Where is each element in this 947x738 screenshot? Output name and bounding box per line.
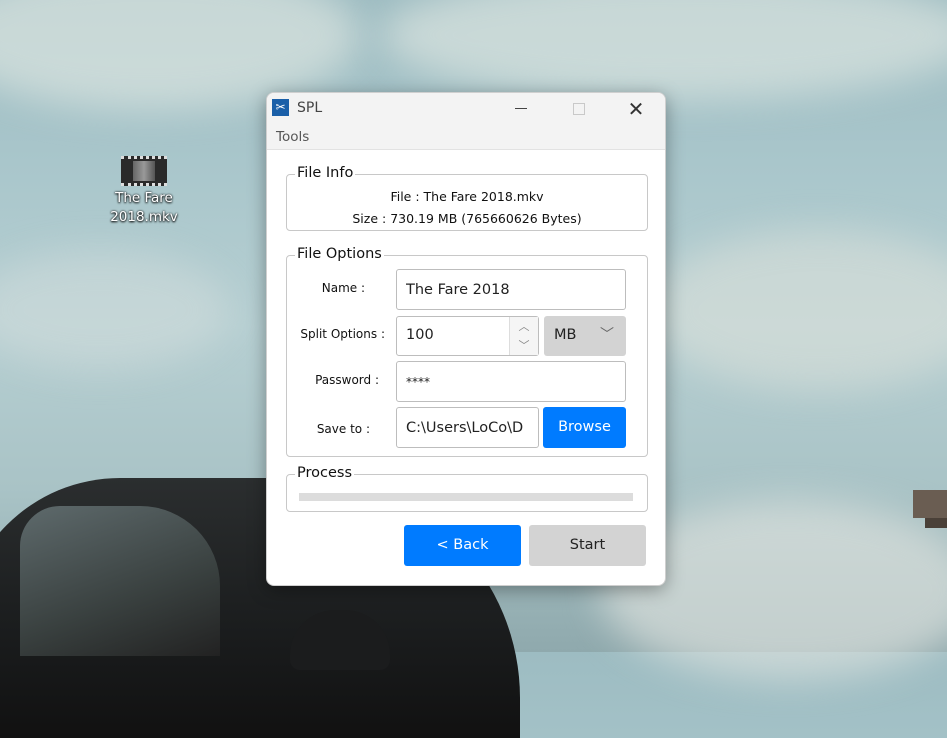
- save-to-label: Save to :: [316, 422, 370, 436]
- password-field[interactable]: [396, 361, 626, 402]
- desktop-file-label: The Fare 2018.mkv: [110, 190, 178, 225]
- close-icon: ✕: [627, 97, 645, 121]
- file-info-legend: File Info: [295, 165, 356, 181]
- video-file-icon: [121, 156, 167, 186]
- start-button[interactable]: Start: [529, 525, 646, 566]
- progress-bar: [299, 493, 633, 501]
- menu-bar: Tools: [267, 125, 665, 150]
- spl-window: ✂ SPL ✕ Tools File Info File : The Fare …: [266, 92, 666, 586]
- minimize-icon: [515, 108, 527, 109]
- maximize-icon: [573, 103, 585, 115]
- close-button[interactable]: ✕: [613, 93, 659, 125]
- file-info-group: File Info File : The Fare 2018.mkv Size …: [286, 165, 648, 231]
- process-group: Process: [286, 465, 648, 512]
- split-size-value: 100: [406, 327, 434, 343]
- split-options-label: Split Options :: [300, 327, 385, 341]
- maximize-button: [555, 93, 601, 125]
- desktop-file-item[interactable]: The Fare 2018.mkv: [108, 156, 180, 227]
- chevron-down-icon: ﹀: [600, 327, 614, 343]
- chevron-up-icon[interactable]: ︿: [510, 317, 538, 336]
- split-unit-value: MB: [554, 327, 577, 343]
- file-options-group: File Options Name : Split Options : 100 …: [286, 246, 648, 457]
- name-input[interactable]: [396, 269, 626, 310]
- file-size-info: Size : 730.19 MB (765660626 Bytes): [352, 211, 582, 226]
- app-icon: ✂: [272, 99, 289, 116]
- file-name-info: File : The Fare 2018.mkv: [390, 189, 544, 204]
- name-label: Name :: [321, 281, 365, 295]
- minimize-button[interactable]: [497, 93, 543, 125]
- split-size-stepper[interactable]: 100 ︿ ﹀: [396, 316, 539, 356]
- title-bar[interactable]: ✂ SPL ✕: [267, 93, 665, 125]
- back-button[interactable]: < Back: [404, 525, 521, 566]
- chevron-down-icon[interactable]: ﹀: [510, 336, 538, 355]
- file-options-legend: File Options: [295, 246, 384, 262]
- window-title: SPL: [297, 100, 323, 116]
- menu-tools[interactable]: Tools: [276, 129, 309, 145]
- process-legend: Process: [295, 465, 355, 481]
- save-path-input[interactable]: [396, 407, 539, 448]
- password-label: Password :: [315, 373, 379, 387]
- browse-button[interactable]: Browse: [543, 407, 626, 448]
- split-unit-select[interactable]: MB ﹀: [544, 316, 626, 356]
